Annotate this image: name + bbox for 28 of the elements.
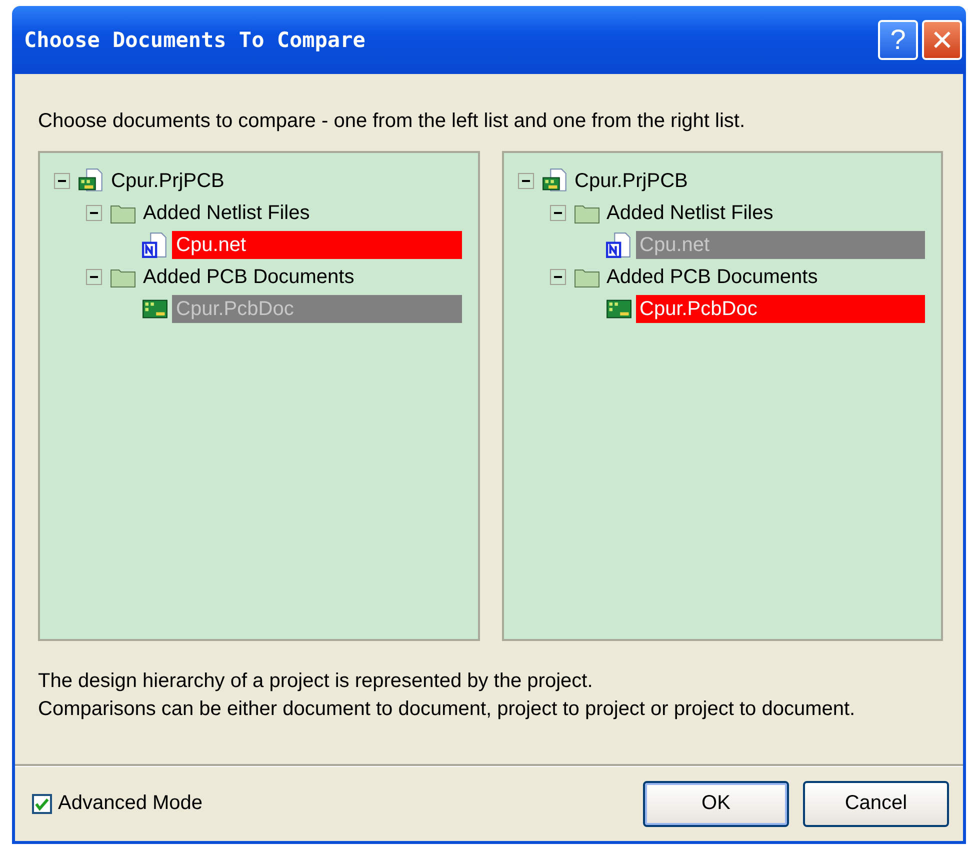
collapse-icon[interactable] [518,173,534,189]
tree-item[interactable]: Added PCB Documents [140,264,358,290]
advanced-mode-checkbox[interactable]: Advanced Mode [32,792,203,815]
check-icon [34,796,50,812]
tree-item[interactable]: Cpur.PrjPCB [572,168,691,194]
window-title: Choose Documents To Compare [24,28,366,52]
collapse-icon[interactable] [550,269,566,285]
note-text: Comparisons can be either document to document, project to project or project to document. [38,697,856,722]
tree-item[interactable]: Cpu.net [172,231,462,259]
project-icon [542,168,568,194]
netlist-file-icon [606,232,632,258]
collapse-icon[interactable] [86,269,102,285]
collapse-icon[interactable] [86,205,102,221]
tree-item[interactable]: Added Netlist Files [140,200,313,226]
collapse-icon[interactable] [54,173,70,189]
checkbox-label: Advanced Mode [58,792,203,815]
tree-item[interactable]: Cpur.PcbDoc [636,295,925,323]
tree-item[interactable]: Added Netlist Files [604,200,776,226]
collapse-icon[interactable] [550,205,566,221]
tree-item[interactable]: Added PCB Documents [604,264,821,290]
netlist-file-icon [142,232,168,258]
dialog-button[interactable]: OK [643,780,789,826]
checkbox[interactable] [32,794,52,814]
instruction-text: Choose documents to compare - one from the left list and one from the right list. [38,110,746,133]
tree-item[interactable]: Cpur.PrjPCB [108,168,228,194]
project-icon [78,168,104,194]
note-text: The design hierarchy of a project is represented by the project. [38,669,594,694]
dialog-button[interactable]: Cancel [803,780,949,826]
